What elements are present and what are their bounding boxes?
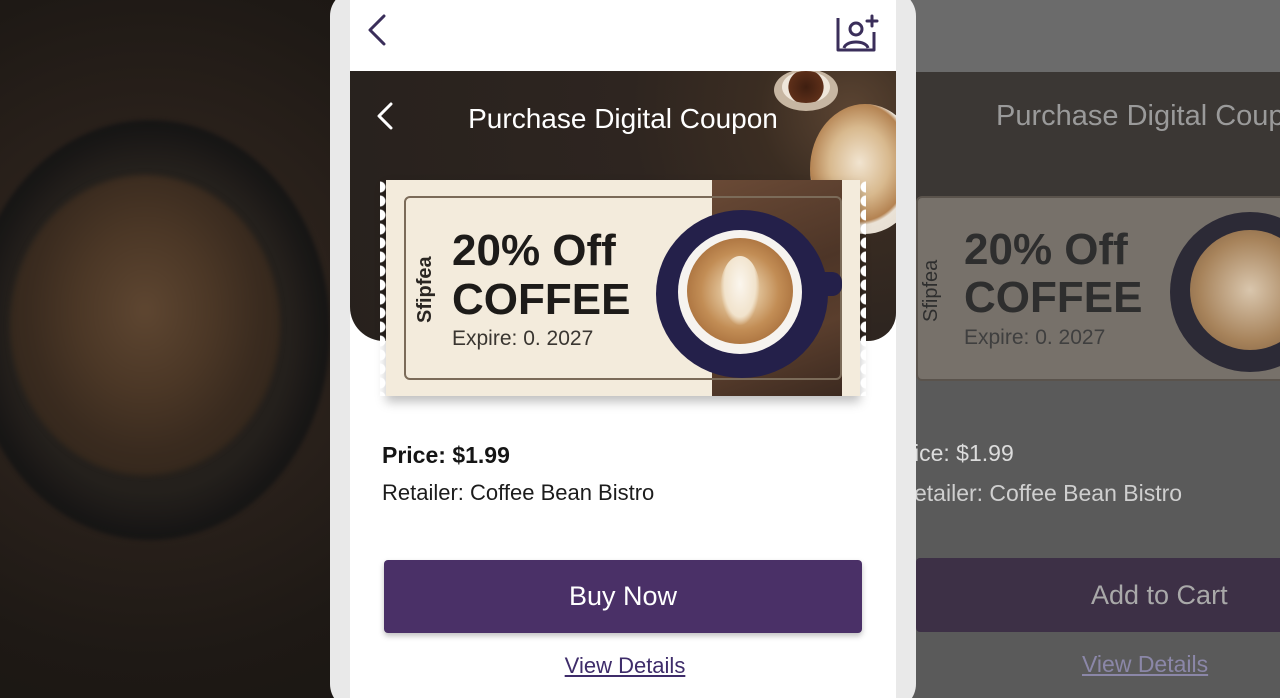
ghost-coupon-brand: Sfipfea xyxy=(920,259,942,322)
price-label: Price: $1.99 xyxy=(382,442,510,468)
add-photo-icon[interactable] xyxy=(834,10,880,54)
coupon-offer: 20% Off COFFEE xyxy=(452,226,630,324)
coupon-offer-line2: COFFEE xyxy=(452,275,631,324)
chevron-left-icon[interactable] xyxy=(364,12,392,48)
ghost-price: ice: $1.99 xyxy=(914,440,1014,466)
ghost-retailer: etailer: Coffee Bean Bistro xyxy=(914,480,1183,506)
background-latte xyxy=(10,175,280,475)
ghost-view-details-link: View Details xyxy=(1082,651,1209,677)
espresso-cup-image xyxy=(782,71,830,103)
stage: ‹ Purchase Digital Coup Sfipfea 20% Off … xyxy=(0,0,1280,698)
coupon-brand: Sfipfea xyxy=(414,256,436,323)
page-title: Purchase Digital Coupon xyxy=(468,103,778,134)
ghost-title: Purchase Digital Coup xyxy=(996,100,1280,132)
coupon-offer-line1: 20% Off xyxy=(452,226,616,275)
ghost-screen: ‹ Purchase Digital Coup Sfipfea 20% Off … xyxy=(900,0,1280,698)
ghost-coupon-offer: 20% Off COFFEE xyxy=(964,225,1143,322)
ghost-add-to-cart-label: Add to Cart xyxy=(1091,580,1228,610)
view-details-link[interactable]: View Details xyxy=(350,653,896,679)
phone-screen: Purchase Digital Coupon Sfipfea 20% Off … xyxy=(350,0,896,698)
top-bar xyxy=(350,0,896,71)
ghost-coupon-expire: Expire: 0. 2027 xyxy=(964,326,1106,349)
coupon-expire: Expire: 0. 2027 xyxy=(452,327,594,350)
latte-art xyxy=(720,256,760,326)
buy-now-button[interactable]: Buy Now xyxy=(384,560,862,633)
retailer-label: Retailer: Coffee Bean Bistro xyxy=(382,480,655,505)
